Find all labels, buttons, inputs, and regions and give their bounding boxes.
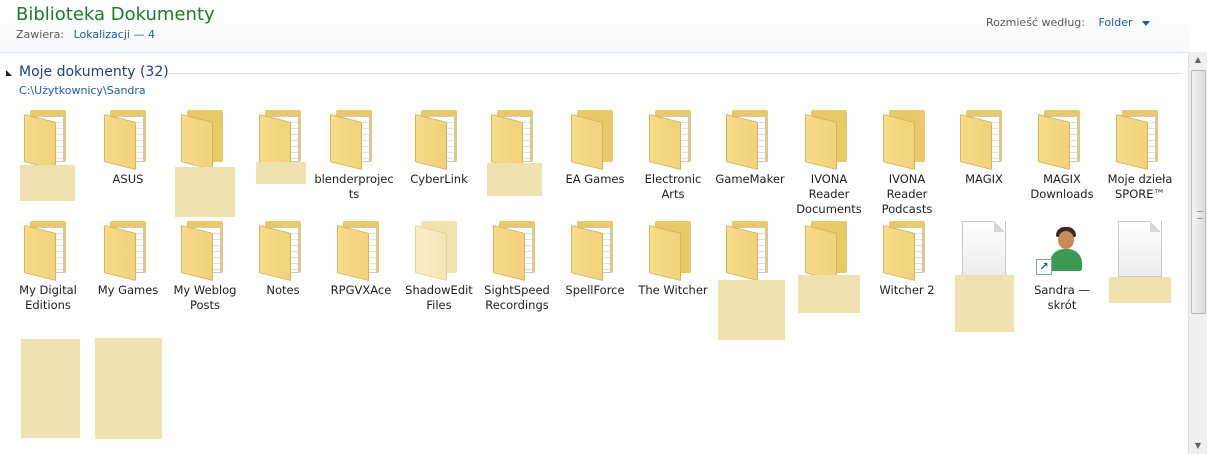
item-label: My Digital Editions <box>19 283 77 312</box>
folder-icon <box>98 104 158 170</box>
folder-icon <box>487 215 547 281</box>
item-label: CyberLink <box>410 172 468 186</box>
folder-item[interactable]: IVONA Reader Podcasts <box>867 104 947 217</box>
folder-icon <box>485 104 545 170</box>
folder-icon <box>409 104 469 170</box>
item-label: MAGIX <box>965 172 1003 186</box>
folder-icon <box>799 215 859 281</box>
folder-item[interactable] <box>710 215 790 283</box>
folder-item[interactable]: SpellForce <box>555 215 635 298</box>
document-icon <box>954 215 1014 279</box>
item-label: My Weblog Posts <box>173 283 237 312</box>
item-label: Moje dzieła SPORE™ <box>1107 172 1173 201</box>
folder-icon <box>18 104 78 170</box>
folder-item[interactable] <box>789 215 869 283</box>
folder-icon <box>98 215 158 281</box>
item-label: ShadowEdit Files <box>405 283 473 312</box>
folder-item[interactable]: EA Games <box>555 104 635 187</box>
folder-icon <box>720 215 780 281</box>
folder-icon <box>643 215 703 281</box>
folder-item[interactable]: MAGIX <box>944 104 1024 187</box>
folder-item[interactable]: ShadowEdit Files <box>399 215 479 313</box>
folder-item[interactable]: MAGIX Downloads <box>1022 104 1102 202</box>
folder-icon <box>175 215 235 281</box>
redaction-block <box>798 275 860 313</box>
folder-icon <box>643 104 703 170</box>
redaction-block <box>1109 277 1171 303</box>
folder-item[interactable]: Notes <box>243 215 323 298</box>
folder-item[interactable]: ASUS <box>88 104 168 187</box>
user-shortcut-icon: ↗ <box>1032 215 1092 279</box>
redaction-block <box>955 275 1014 332</box>
folder-icon <box>799 104 859 170</box>
folder-item[interactable]: RPGVXAce <box>321 215 401 298</box>
folder-item[interactable]: My Games <box>88 215 168 298</box>
folder-icon <box>18 215 78 281</box>
folder-icon <box>565 215 625 281</box>
folder-item[interactable] <box>475 104 555 172</box>
item-label: GameMaker <box>715 172 785 186</box>
folder-icon <box>877 104 937 170</box>
folder-icon <box>1110 104 1170 170</box>
item-label: EA Games <box>565 172 625 186</box>
item-label: My Games <box>97 283 159 297</box>
folder-icon <box>1032 104 1092 170</box>
shortcut-arrow-icon: ↗ <box>1036 259 1052 275</box>
item-label: The Witcher <box>638 283 708 297</box>
item-label: Notes <box>266 283 300 297</box>
vertical-scrollbar[interactable]: ▲ ▼ <box>1188 52 1207 454</box>
redaction-block <box>21 339 80 438</box>
folder-item[interactable]: The Witcher <box>633 215 713 298</box>
folder-icon <box>253 104 313 170</box>
folder-item[interactable]: Witcher 2 <box>867 215 947 298</box>
redaction-block <box>95 338 162 439</box>
folder-item[interactable]: CyberLink <box>399 104 479 187</box>
item-label: SightSpeed Recordings <box>484 283 550 312</box>
item-label: Witcher 2 <box>879 283 935 297</box>
item-label: IVONA Reader Documents <box>796 172 862 216</box>
folder-icon <box>331 215 391 281</box>
folder-item[interactable]: blenderprojects <box>314 104 394 202</box>
folder-icon <box>565 104 625 170</box>
folder-icon <box>877 215 937 281</box>
scroll-down-icon[interactable]: ▼ <box>1189 438 1207 454</box>
item-label: blenderprojects <box>314 172 394 201</box>
folder-item[interactable]: My Digital Editions <box>8 215 88 313</box>
item-label: ASUS <box>112 172 144 186</box>
folder-item[interactable]: My Weblog Posts <box>165 215 245 313</box>
item-label: Sandra — skrót <box>1034 283 1090 312</box>
folder-item[interactable]: Moje dzieła SPORE™ <box>1100 104 1180 202</box>
redaction-block <box>718 280 785 340</box>
folder-icon <box>720 104 780 170</box>
folder-item[interactable]: SightSpeed Recordings <box>477 215 557 313</box>
folder-icon <box>409 215 469 281</box>
document-item[interactable] <box>1100 215 1180 283</box>
shortcut-item[interactable]: ↗ Sandra — skrót <box>1022 215 1102 313</box>
document-icon <box>1110 215 1170 279</box>
folder-icon <box>175 104 235 170</box>
folder-item[interactable] <box>165 104 245 172</box>
folder-icon <box>954 104 1014 170</box>
item-label: SpellForce <box>565 283 625 297</box>
redaction-block <box>256 162 306 184</box>
redaction-block <box>20 165 75 201</box>
item-label: RPGVXAce <box>330 283 392 297</box>
folder-item[interactable]: IVONA Reader Documents <box>789 104 869 217</box>
item-label: Electronic Arts <box>644 172 702 201</box>
item-label: IVONA Reader Podcasts <box>881 172 933 216</box>
grip-icon <box>1197 211 1203 219</box>
folder-item[interactable]: Electronic Arts <box>633 104 713 202</box>
folder-item[interactable] <box>8 104 88 172</box>
scrollbar-thumb[interactable] <box>1191 70 1206 314</box>
items-grid: ASUS blenderprojects CyberLink EA Games … <box>0 0 1188 454</box>
scroll-up-icon[interactable]: ▲ <box>1189 52 1207 68</box>
item-label: MAGIX Downloads <box>1030 172 1094 201</box>
folder-item[interactable]: GameMaker <box>710 104 790 187</box>
document-item[interactable] <box>944 215 1024 283</box>
folder-icon <box>253 215 313 281</box>
redaction-block <box>175 167 235 217</box>
redaction-block <box>487 163 542 196</box>
folder-icon <box>324 104 384 170</box>
